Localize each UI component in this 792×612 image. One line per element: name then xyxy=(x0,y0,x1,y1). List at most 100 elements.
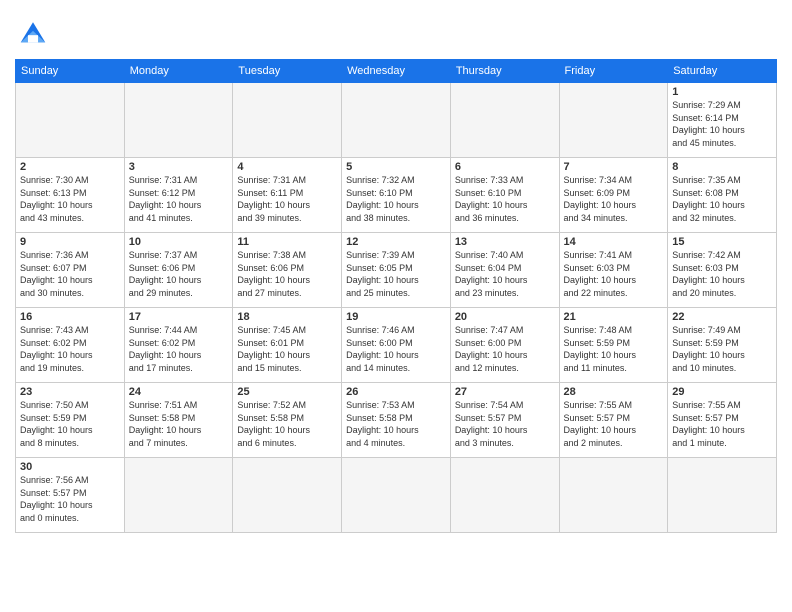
week-row-4: 23Sunrise: 7:50 AM Sunset: 5:59 PM Dayli… xyxy=(16,383,777,458)
calendar-cell xyxy=(233,83,342,158)
calendar-cell: 10Sunrise: 7:37 AM Sunset: 6:06 PM Dayli… xyxy=(124,233,233,308)
calendar-cell: 6Sunrise: 7:33 AM Sunset: 6:10 PM Daylig… xyxy=(450,158,559,233)
calendar-cell xyxy=(668,458,777,533)
day-number: 23 xyxy=(20,386,120,398)
calendar-cell: 18Sunrise: 7:45 AM Sunset: 6:01 PM Dayli… xyxy=(233,308,342,383)
calendar-cell: 8Sunrise: 7:35 AM Sunset: 6:08 PM Daylig… xyxy=(668,158,777,233)
day-info: Sunrise: 7:29 AM Sunset: 6:14 PM Dayligh… xyxy=(672,99,772,149)
weekday-header-row: SundayMondayTuesdayWednesdayThursdayFrid… xyxy=(16,60,777,83)
weekday-sunday: Sunday xyxy=(16,60,125,83)
weekday-thursday: Thursday xyxy=(450,60,559,83)
calendar-cell: 14Sunrise: 7:41 AM Sunset: 6:03 PM Dayli… xyxy=(559,233,668,308)
calendar-cell: 22Sunrise: 7:49 AM Sunset: 5:59 PM Dayli… xyxy=(668,308,777,383)
day-info: Sunrise: 7:47 AM Sunset: 6:00 PM Dayligh… xyxy=(455,324,555,374)
day-number: 8 xyxy=(672,161,772,173)
day-number: 2 xyxy=(20,161,120,173)
calendar-cell: 15Sunrise: 7:42 AM Sunset: 6:03 PM Dayli… xyxy=(668,233,777,308)
week-row-5: 30Sunrise: 7:56 AM Sunset: 5:57 PM Dayli… xyxy=(16,458,777,533)
calendar-cell: 26Sunrise: 7:53 AM Sunset: 5:58 PM Dayli… xyxy=(342,383,451,458)
calendar-cell: 24Sunrise: 7:51 AM Sunset: 5:58 PM Dayli… xyxy=(124,383,233,458)
day-number: 29 xyxy=(672,386,772,398)
day-number: 19 xyxy=(346,311,446,323)
day-number: 11 xyxy=(237,236,337,248)
day-info: Sunrise: 7:38 AM Sunset: 6:06 PM Dayligh… xyxy=(237,249,337,299)
page: SundayMondayTuesdayWednesdayThursdayFrid… xyxy=(0,0,792,612)
day-number: 27 xyxy=(455,386,555,398)
day-number: 21 xyxy=(564,311,664,323)
calendar-table: SundayMondayTuesdayWednesdayThursdayFrid… xyxy=(15,59,777,533)
calendar-cell: 21Sunrise: 7:48 AM Sunset: 5:59 PM Dayli… xyxy=(559,308,668,383)
day-info: Sunrise: 7:55 AM Sunset: 5:57 PM Dayligh… xyxy=(672,399,772,449)
calendar-cell: 13Sunrise: 7:40 AM Sunset: 6:04 PM Dayli… xyxy=(450,233,559,308)
day-info: Sunrise: 7:31 AM Sunset: 6:12 PM Dayligh… xyxy=(129,174,229,224)
weekday-monday: Monday xyxy=(124,60,233,83)
day-info: Sunrise: 7:54 AM Sunset: 5:57 PM Dayligh… xyxy=(455,399,555,449)
day-number: 22 xyxy=(672,311,772,323)
day-number: 10 xyxy=(129,236,229,248)
day-info: Sunrise: 7:45 AM Sunset: 6:01 PM Dayligh… xyxy=(237,324,337,374)
day-info: Sunrise: 7:46 AM Sunset: 6:00 PM Dayligh… xyxy=(346,324,446,374)
day-number: 25 xyxy=(237,386,337,398)
logo xyxy=(15,15,57,51)
day-info: Sunrise: 7:40 AM Sunset: 6:04 PM Dayligh… xyxy=(455,249,555,299)
calendar-cell: 4Sunrise: 7:31 AM Sunset: 6:11 PM Daylig… xyxy=(233,158,342,233)
day-number: 1 xyxy=(672,86,772,98)
day-number: 14 xyxy=(564,236,664,248)
calendar-cell xyxy=(124,83,233,158)
day-info: Sunrise: 7:43 AM Sunset: 6:02 PM Dayligh… xyxy=(20,324,120,374)
weekday-friday: Friday xyxy=(559,60,668,83)
week-row-1: 2Sunrise: 7:30 AM Sunset: 6:13 PM Daylig… xyxy=(16,158,777,233)
day-info: Sunrise: 7:33 AM Sunset: 6:10 PM Dayligh… xyxy=(455,174,555,224)
day-info: Sunrise: 7:48 AM Sunset: 5:59 PM Dayligh… xyxy=(564,324,664,374)
day-number: 13 xyxy=(455,236,555,248)
day-info: Sunrise: 7:53 AM Sunset: 5:58 PM Dayligh… xyxy=(346,399,446,449)
calendar-cell: 3Sunrise: 7:31 AM Sunset: 6:12 PM Daylig… xyxy=(124,158,233,233)
day-info: Sunrise: 7:30 AM Sunset: 6:13 PM Dayligh… xyxy=(20,174,120,224)
calendar-cell: 27Sunrise: 7:54 AM Sunset: 5:57 PM Dayli… xyxy=(450,383,559,458)
weekday-saturday: Saturday xyxy=(668,60,777,83)
day-number: 4 xyxy=(237,161,337,173)
day-info: Sunrise: 7:37 AM Sunset: 6:06 PM Dayligh… xyxy=(129,249,229,299)
day-info: Sunrise: 7:41 AM Sunset: 6:03 PM Dayligh… xyxy=(564,249,664,299)
calendar-cell: 7Sunrise: 7:34 AM Sunset: 6:09 PM Daylig… xyxy=(559,158,668,233)
weekday-wednesday: Wednesday xyxy=(342,60,451,83)
calendar-cell xyxy=(233,458,342,533)
calendar-cell: 23Sunrise: 7:50 AM Sunset: 5:59 PM Dayli… xyxy=(16,383,125,458)
day-number: 9 xyxy=(20,236,120,248)
day-number: 18 xyxy=(237,311,337,323)
day-number: 20 xyxy=(455,311,555,323)
day-info: Sunrise: 7:56 AM Sunset: 5:57 PM Dayligh… xyxy=(20,474,120,524)
day-info: Sunrise: 7:51 AM Sunset: 5:58 PM Dayligh… xyxy=(129,399,229,449)
day-number: 3 xyxy=(129,161,229,173)
day-number: 5 xyxy=(346,161,446,173)
calendar-cell xyxy=(342,83,451,158)
calendar-cell: 9Sunrise: 7:36 AM Sunset: 6:07 PM Daylig… xyxy=(16,233,125,308)
day-number: 12 xyxy=(346,236,446,248)
calendar-cell xyxy=(342,458,451,533)
day-number: 7 xyxy=(564,161,664,173)
day-info: Sunrise: 7:39 AM Sunset: 6:05 PM Dayligh… xyxy=(346,249,446,299)
day-number: 15 xyxy=(672,236,772,248)
week-row-0: 1Sunrise: 7:29 AM Sunset: 6:14 PM Daylig… xyxy=(16,83,777,158)
calendar-cell: 11Sunrise: 7:38 AM Sunset: 6:06 PM Dayli… xyxy=(233,233,342,308)
day-info: Sunrise: 7:32 AM Sunset: 6:10 PM Dayligh… xyxy=(346,174,446,224)
day-number: 24 xyxy=(129,386,229,398)
calendar-cell: 1Sunrise: 7:29 AM Sunset: 6:14 PM Daylig… xyxy=(668,83,777,158)
day-info: Sunrise: 7:34 AM Sunset: 6:09 PM Dayligh… xyxy=(564,174,664,224)
day-number: 17 xyxy=(129,311,229,323)
calendar-cell xyxy=(124,458,233,533)
calendar-cell: 25Sunrise: 7:52 AM Sunset: 5:58 PM Dayli… xyxy=(233,383,342,458)
calendar-cell: 20Sunrise: 7:47 AM Sunset: 6:00 PM Dayli… xyxy=(450,308,559,383)
calendar-cell: 5Sunrise: 7:32 AM Sunset: 6:10 PM Daylig… xyxy=(342,158,451,233)
day-number: 26 xyxy=(346,386,446,398)
calendar-cell: 17Sunrise: 7:44 AM Sunset: 6:02 PM Dayli… xyxy=(124,308,233,383)
calendar-cell xyxy=(450,83,559,158)
calendar-cell: 2Sunrise: 7:30 AM Sunset: 6:13 PM Daylig… xyxy=(16,158,125,233)
calendar-cell: 28Sunrise: 7:55 AM Sunset: 5:57 PM Dayli… xyxy=(559,383,668,458)
day-info: Sunrise: 7:35 AM Sunset: 6:08 PM Dayligh… xyxy=(672,174,772,224)
day-number: 30 xyxy=(20,461,120,473)
day-info: Sunrise: 7:49 AM Sunset: 5:59 PM Dayligh… xyxy=(672,324,772,374)
general-blue-logo-icon xyxy=(15,15,51,51)
day-info: Sunrise: 7:50 AM Sunset: 5:59 PM Dayligh… xyxy=(20,399,120,449)
day-info: Sunrise: 7:36 AM Sunset: 6:07 PM Dayligh… xyxy=(20,249,120,299)
